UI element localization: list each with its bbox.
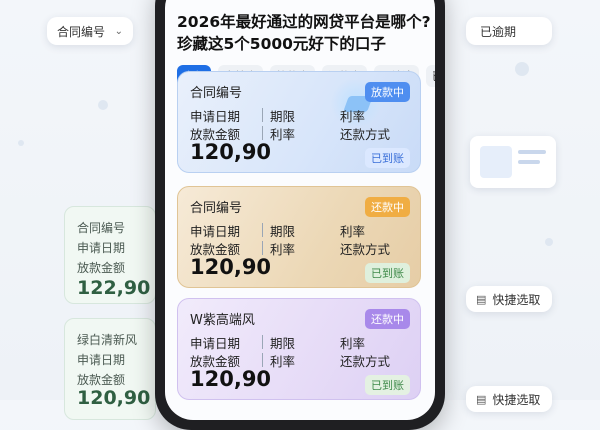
quick-select-label: 快捷选取 [492, 292, 541, 307]
side-card-date-label: 申请日期 [77, 241, 126, 255]
clipboard-icon: ▤ [476, 392, 487, 406]
divider [262, 126, 263, 140]
document-illustration [470, 136, 556, 188]
rate-label: 利率 [270, 127, 296, 142]
loan-card[interactable]: 合同编号 放款中 申请日期 期限 利率 放款金额 利率 还款方式 120,90 … [177, 71, 421, 173]
apply-date-label: 申请日期 [190, 109, 241, 124]
divider [262, 353, 263, 367]
rate-label: 利率 [270, 242, 296, 257]
quick-select-button[interactable]: ▤ 快捷选取 [466, 286, 552, 312]
background-dot [515, 62, 529, 76]
rate-label: 利率 [340, 109, 366, 124]
received-status: 已到账 [365, 375, 410, 395]
repayment-method-label: 还款方式 [340, 127, 391, 142]
card-title: 合同编号 [190, 86, 243, 101]
clipboard-icon: ▤ [476, 292, 487, 306]
doc-line [518, 150, 546, 154]
side-card-amount: 120,90 [77, 387, 151, 409]
dropdown-label: 合同编号 [57, 24, 106, 39]
divider [262, 223, 263, 237]
card-title: 合同编号 [190, 201, 243, 216]
filter-tab-overdue[interactable]: 已逾期 [426, 65, 435, 87]
background-dot [98, 100, 108, 110]
doc-line [518, 160, 540, 164]
status-badge: 还款中 [365, 197, 410, 217]
side-card-title: 绿白清新风 [77, 333, 138, 347]
term-label: 期限 [270, 224, 296, 239]
rate-label: 利率 [340, 224, 366, 239]
divider [262, 108, 263, 122]
status-badge: 放款中 [365, 82, 410, 102]
overdue-dropdown[interactable]: 已逾期 [466, 17, 552, 45]
received-status: 已到账 [365, 263, 410, 283]
repayment-method-label: 还款方式 [340, 242, 391, 257]
contract-number-dropdown[interactable]: 合同编号 ⌄ [47, 17, 133, 45]
card-title: W紫高端风 [190, 313, 255, 328]
apply-date-label: 申请日期 [190, 336, 241, 351]
repayment-method-label: 还款方式 [340, 354, 391, 369]
side-card-amount: 122,90 [77, 277, 151, 299]
loan-card[interactable]: W紫高端风 还款中 申请日期 期限 利率 放款金额 利率 还款方式 120,90… [177, 298, 421, 400]
phone-screen: 2026年最好通过的网贷平台是哪个? 珍藏这5个5000元好下的口子 全部 审核… [165, 0, 435, 420]
dropdown-label: 已逾期 [480, 24, 517, 39]
background-dot [545, 238, 553, 246]
loan-amount: 120,90 [190, 255, 272, 279]
rate-label: 利率 [270, 354, 296, 369]
headline-line-2: 珍藏这5个5000元好下的口子 [177, 35, 386, 53]
loan-amount: 120,90 [190, 367, 272, 391]
apply-date-label: 申请日期 [190, 224, 241, 239]
term-label: 期限 [270, 336, 296, 351]
chevron-down-icon: ⌄ [114, 25, 123, 37]
side-card-date-label: 申请日期 [77, 353, 126, 367]
rate-label: 利率 [340, 336, 366, 351]
side-card-amount-label: 放款金额 [77, 373, 126, 387]
phone-frame: 2026年最好通过的网贷平台是哪个? 珍藏这5个5000元好下的口子 全部 审核… [155, 0, 445, 430]
background-dot [18, 140, 24, 146]
headline-line-1: 2026年最好通过的网贷平台是哪个? [177, 13, 431, 31]
quick-select-button[interactable]: ▤ 快捷选取 [466, 386, 552, 412]
side-card-fresh[interactable]: 绿白清新风 申请日期 放款金额 120,90 [64, 318, 156, 420]
status-badge: 还款中 [365, 309, 410, 329]
term-label: 期限 [270, 109, 296, 124]
loan-amount: 120,90 [190, 140, 272, 164]
document-icon [480, 146, 512, 178]
side-card-green[interactable]: 合同编号 申请日期 放款金额 122,90 [64, 206, 156, 304]
loan-card[interactable]: 合同编号 还款中 申请日期 期限 利率 放款金额 利率 还款方式 120,90 … [177, 186, 421, 288]
divider [262, 241, 263, 255]
side-card-amount-label: 放款金额 [77, 261, 126, 275]
quick-select-label: 快捷选取 [492, 392, 541, 407]
divider [262, 335, 263, 349]
received-status: 已到账 [365, 148, 410, 168]
side-card-title: 合同编号 [77, 221, 126, 235]
